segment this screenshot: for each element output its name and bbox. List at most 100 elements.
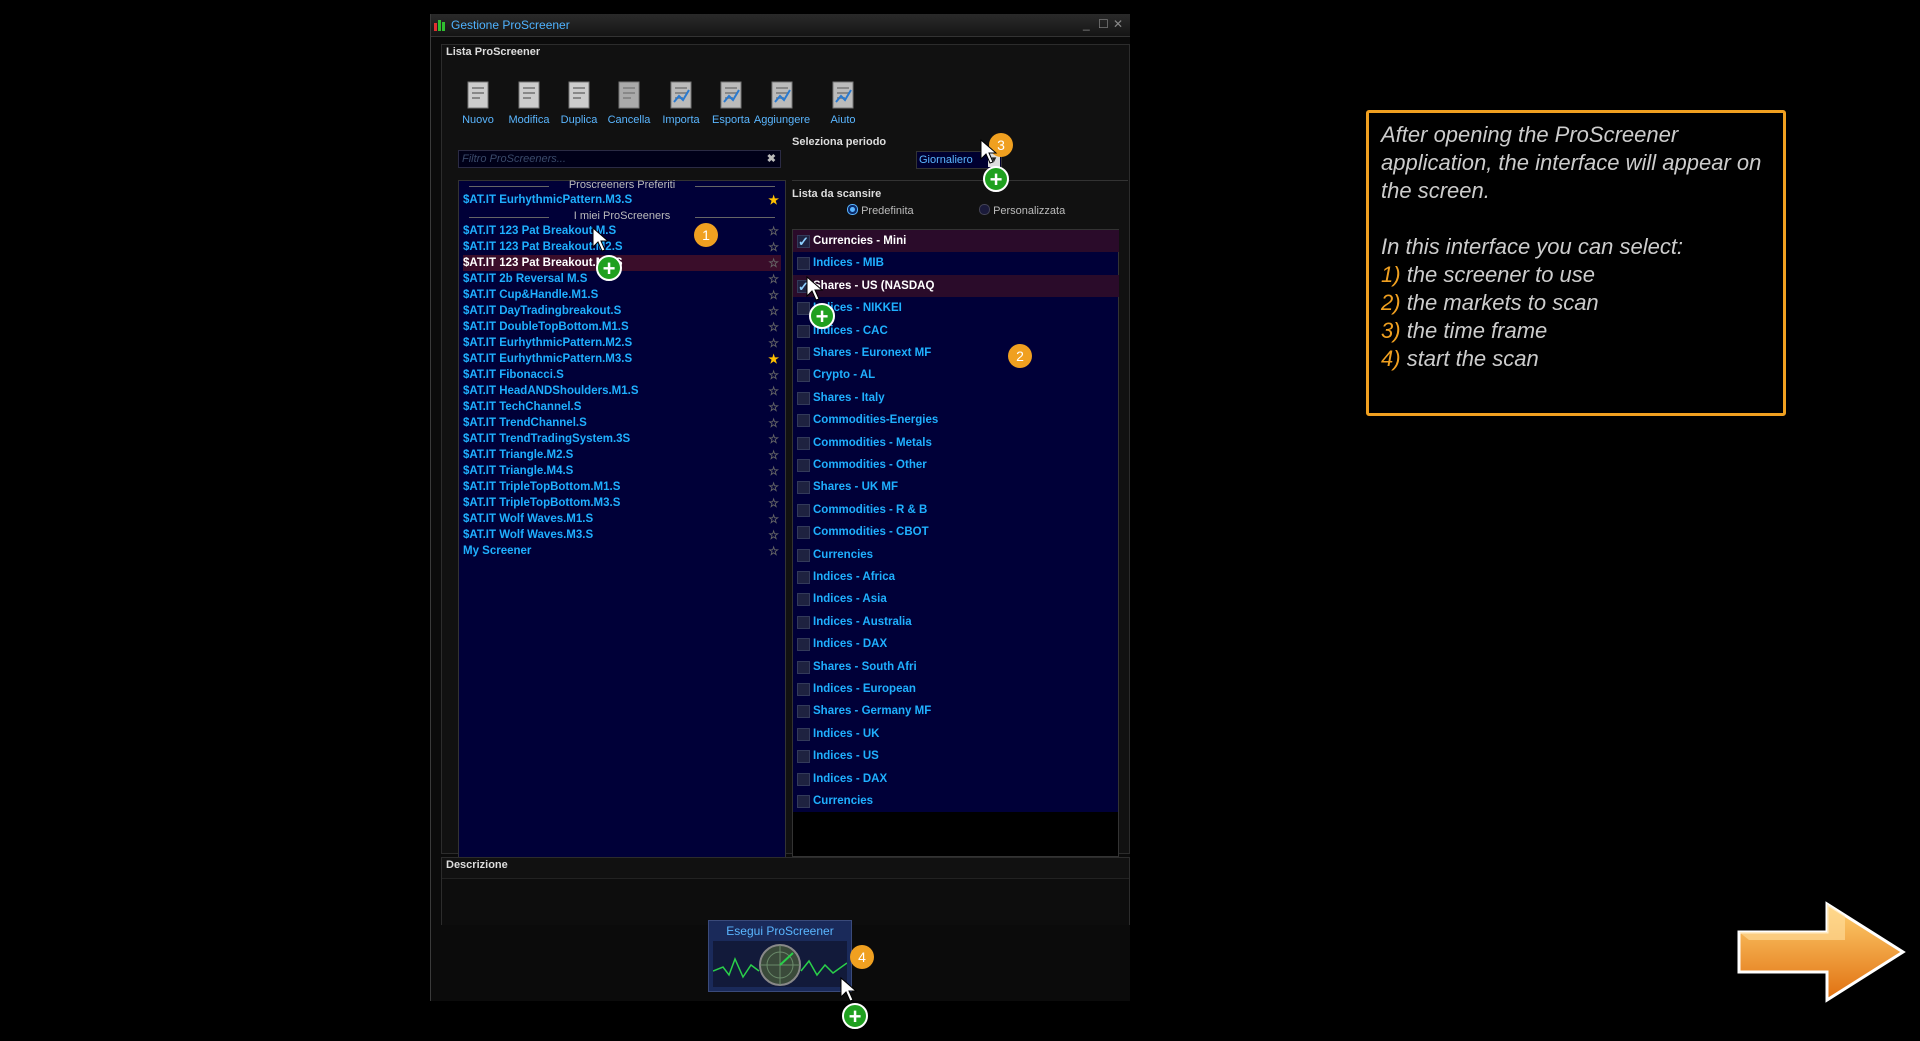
market-item[interactable]: Indices - UK — [793, 723, 1119, 745]
checkbox[interactable] — [797, 683, 810, 696]
checkbox[interactable] — [797, 660, 810, 674]
star-icon[interactable]: ☆ — [768, 431, 779, 447]
market-item[interactable]: Shares - US (NASDAQ — [793, 274, 1119, 298]
checkbox[interactable] — [797, 302, 810, 316]
star-icon[interactable]: ☆ — [768, 511, 779, 527]
screener-item[interactable]: $AT.IT Fibonacci.S ☆ — [463, 367, 781, 383]
star-icon[interactable]: ☆ — [768, 271, 779, 287]
screener-item[interactable]: $AT.IT HeadANDShoulders.M1.S ☆ — [463, 383, 781, 399]
market-item[interactable]: Indices - Africa — [793, 566, 1119, 588]
minimize-icon[interactable]: _ — [1083, 17, 1090, 31]
market-item[interactable]: Currencies — [793, 544, 1119, 566]
radio-custom[interactable]: Personalizzata — [979, 204, 1065, 217]
screener-item[interactable]: $AT.IT EurhythmicPattern.M3.S ★ — [463, 351, 781, 367]
checkbox[interactable] — [797, 795, 810, 808]
checkbox[interactable] — [797, 391, 810, 405]
checkbox[interactable] — [797, 347, 810, 360]
star-icon[interactable]: ☆ — [768, 223, 779, 239]
screener-item[interactable]: $AT.IT TrendChannel.S ☆ — [463, 415, 781, 431]
cancella-button[interactable]: Cancella — [599, 78, 659, 128]
market-item[interactable]: Shares - UK MF — [793, 476, 1119, 498]
checkbox[interactable] — [797, 615, 810, 629]
market-item[interactable]: Commodities - R & B — [793, 499, 1119, 521]
screener-item[interactable]: $AT.IT 123 Pat Breakout.M.S ☆ — [463, 223, 781, 239]
checkbox[interactable] — [797, 548, 810, 562]
screener-item[interactable]: $AT.IT TechChannel.S ☆ — [463, 399, 781, 415]
plus-icon[interactable]: + — [809, 303, 835, 329]
checkbox[interactable] — [797, 459, 810, 472]
market-list[interactable]: Currencies - Mini Indices - MIB Shares - U… — [792, 229, 1119, 857]
checkbox[interactable] — [797, 436, 810, 450]
star-icon[interactable]: ☆ — [768, 495, 779, 511]
aggiungere-button[interactable]: Aggiungere — [752, 78, 812, 128]
checkbox[interactable] — [797, 638, 810, 652]
market-item[interactable]: Crypto - AL — [793, 364, 1119, 386]
screener-item[interactable]: $AT.IT EurhythmicPattern.M2.S ☆ — [463, 335, 781, 351]
screener-item[interactable]: $AT.IT TripleTopBottom.M1.S ☆ — [463, 479, 781, 495]
star-icon[interactable]: ☆ — [768, 543, 779, 559]
plus-icon[interactable]: + — [983, 166, 1009, 192]
run-proscreener-button[interactable]: Esegui ProScreener — [708, 920, 852, 992]
aiuto-button[interactable]: Aiuto — [813, 78, 873, 128]
checkbox[interactable] — [797, 481, 810, 495]
star-icon[interactable]: ☆ — [768, 447, 779, 463]
screener-item[interactable]: $AT.IT 2b Reversal M.S ☆ — [463, 271, 781, 287]
checkbox[interactable] — [797, 503, 810, 517]
plus-icon[interactable]: + — [596, 255, 622, 281]
star-icon[interactable]: ☆ — [768, 319, 779, 335]
screener-item[interactable]: $AT.IT DoubleTopBottom.M1.S ☆ — [463, 319, 781, 335]
market-item[interactable]: Commodities - CBOT — [793, 521, 1119, 543]
checkbox[interactable] — [797, 772, 810, 786]
screener-item[interactable]: My Screener ☆ — [463, 543, 781, 559]
plus-icon[interactable]: + — [842, 1003, 868, 1029]
checkbox[interactable] — [797, 705, 810, 719]
star-icon[interactable]: ☆ — [768, 527, 779, 543]
star-icon[interactable]: ☆ — [768, 255, 779, 271]
star-icon[interactable]: ☆ — [768, 239, 779, 255]
screener-item[interactable]: $AT.IT Wolf Waves.M1.S ☆ — [463, 511, 781, 527]
market-item[interactable]: Shares - Germany MF — [793, 700, 1119, 722]
screener-item[interactable]: $AT.IT DayTradingbreakout.S ☆ — [463, 303, 781, 319]
filter-input[interactable]: Filtro ProScreeners... ✖ — [458, 150, 781, 168]
star-icon[interactable]: ☆ — [768, 479, 779, 495]
checkbox[interactable] — [797, 369, 810, 383]
market-item[interactable]: Shares - Euronext MF — [793, 342, 1119, 364]
market-item[interactable]: Commodities - Metals — [793, 432, 1119, 454]
market-item[interactable]: Indices - DAX — [793, 768, 1119, 790]
market-item[interactable]: Indices - NIKKEI — [793, 297, 1119, 319]
screener-item[interactable]: $AT.IT 123 Pat Breakout.M3.S ☆ — [463, 255, 781, 271]
checkbox[interactable] — [797, 257, 810, 271]
checkbox[interactable] — [797, 231, 810, 253]
checkbox[interactable] — [797, 750, 810, 764]
screener-item[interactable]: $AT.IT TripleTopBottom.M3.S ☆ — [463, 495, 781, 511]
screener-item[interactable]: $AT.IT 123 Pat Breakout.M2.S ☆ — [463, 239, 781, 255]
screener-item[interactable]: $AT.IT EurhythmicPattern.M3.S ★ — [463, 192, 781, 208]
star-icon[interactable]: ☆ — [768, 399, 779, 415]
market-item[interactable]: Currencies — [793, 790, 1119, 812]
market-item[interactable]: Indices - CAC — [793, 320, 1119, 342]
star-icon[interactable]: ★ — [768, 351, 779, 367]
next-arrow-button[interactable] — [1735, 900, 1907, 1004]
star-icon[interactable]: ☆ — [768, 383, 779, 399]
star-icon[interactable]: ☆ — [768, 335, 779, 351]
screener-item[interactable]: $AT.IT Wolf Waves.M3.S ☆ — [463, 527, 781, 543]
market-item[interactable]: Shares - Italy — [793, 387, 1119, 409]
checkbox[interactable] — [797, 526, 810, 540]
screener-item[interactable]: $AT.IT Triangle.M4.S ☆ — [463, 463, 781, 479]
market-item[interactable]: Indices - DAX — [793, 633, 1119, 655]
market-item[interactable]: Currencies - Mini — [793, 230, 1119, 253]
market-item[interactable]: Indices - Australia — [793, 611, 1119, 633]
radio-default[interactable]: Predefinita — [847, 204, 914, 217]
screener-item[interactable]: $AT.IT Triangle.M2.S ☆ — [463, 447, 781, 463]
market-item[interactable]: Commodities-Energies — [793, 409, 1119, 431]
clear-filter-icon[interactable]: ✖ — [767, 151, 776, 167]
market-item[interactable]: Indices - Asia — [793, 588, 1119, 610]
star-icon[interactable]: ☆ — [768, 367, 779, 383]
market-item[interactable]: Indices - MIB — [793, 252, 1119, 274]
star-icon[interactable]: ★ — [768, 192, 779, 208]
checkbox[interactable] — [797, 414, 810, 428]
screener-list[interactable]: Proscreeners Preferiti $AT.IT Eurhythmic… — [458, 179, 786, 874]
market-item[interactable]: Commodities - Other — [793, 454, 1119, 476]
screener-item[interactable]: $AT.IT Cup&Handle.M1.S ☆ — [463, 287, 781, 303]
screener-item[interactable]: $AT.IT TrendTradingSystem.3S ☆ — [463, 431, 781, 447]
